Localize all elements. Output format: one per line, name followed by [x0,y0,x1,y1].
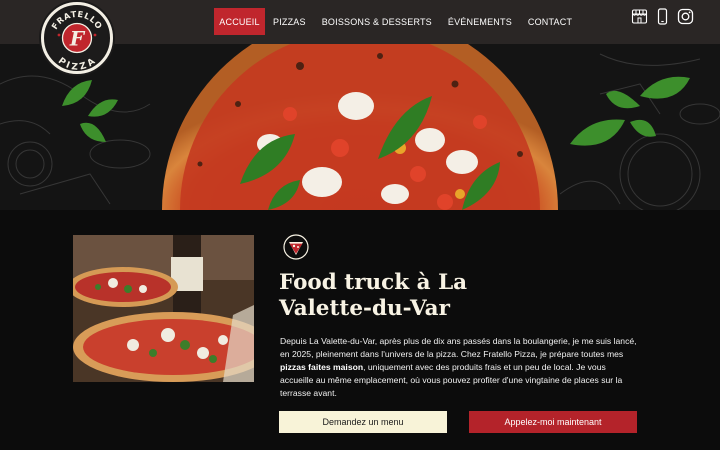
intro-paragraph: Depuis La Valette-du-Var, après plus de … [280,335,640,400]
nav-item-evenements[interactable]: ÉVÉNEMENTS [440,8,520,35]
header-icons [631,8,694,25]
pizza-slice-icon [283,234,309,260]
request-menu-button[interactable]: Demandez un menu [279,411,447,433]
fratello-pizza-logo[interactable]: FRATELLO PIZZA F [41,2,113,74]
nav-item-pizzas[interactable]: PIZZAS [265,8,314,35]
instagram-icon[interactable] [677,8,694,25]
nav-item-accueil[interactable]: ACCUEIL [214,8,265,35]
title-line-1: Food truck à La [279,270,468,295]
title-line-2: Valette-du-Var [279,296,450,321]
logo-emblem: FRATELLO PIZZA F [46,7,108,71]
call-me-button[interactable]: Appelez-moi maintenant [469,411,637,433]
phone-icon[interactable] [654,8,671,25]
nav-item-boissons-desserts[interactable]: BOISSONS & DESSERTS [314,8,440,35]
desc-bold: pizzas faites maison [280,362,364,373]
main-nav: ACCUEIL PIZZAS BOISSONS & DESSERTS ÉVÉNE… [214,8,580,35]
logo-letter: F [69,27,86,51]
nav-item-contact[interactable]: CONTACT [520,8,580,35]
storefront-icon[interactable] [631,8,648,25]
pizza-table-image [73,235,254,382]
desc-part-1: Depuis La Valette-du-Var, après plus de … [280,336,637,360]
page-title: Food truck à La Valette-du-Var [279,270,579,322]
food-truck-photo [73,235,254,382]
